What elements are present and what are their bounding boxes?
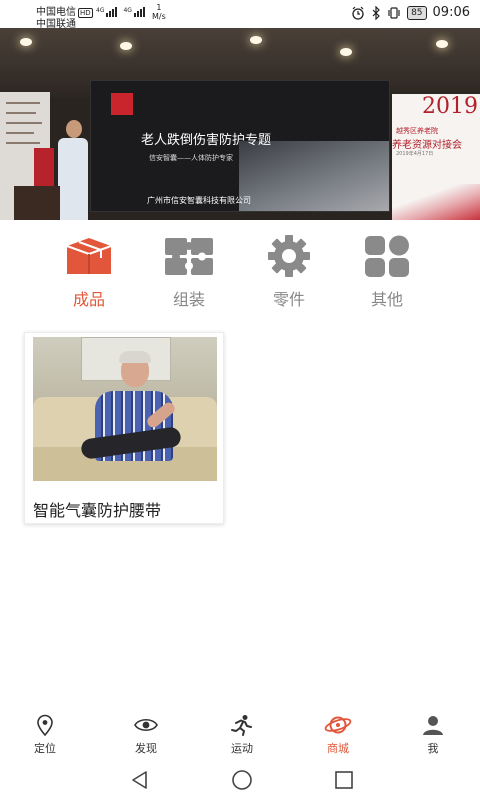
nav-discover[interactable]: 发现 (111, 706, 181, 758)
poster-year: 2019 (422, 94, 478, 119)
network-type-1: 4G (96, 7, 105, 14)
ceiling-lamp (120, 42, 132, 50)
nav-label: 定位 (34, 742, 56, 755)
category-label: 组装 (172, 290, 205, 309)
signal-strength-icon-1: 4G (96, 7, 118, 17)
location-pin-icon (37, 714, 53, 736)
person-icon (423, 716, 443, 735)
recents-icon[interactable] (332, 768, 356, 792)
image-person-hair (119, 351, 151, 363)
banner-subtitle: 信安智囊——人体防护专家 (149, 154, 233, 162)
banner-red-poster (34, 148, 54, 188)
hd-badge: HD (78, 8, 93, 18)
poster-line-2: 养老资源对接会 (392, 140, 462, 151)
back-icon[interactable] (128, 768, 152, 792)
nav-sport[interactable]: 运动 (207, 706, 277, 758)
category-other[interactable]: 其他 (342, 228, 432, 310)
battery-icon: 85 (407, 5, 427, 20)
poster-wave (392, 184, 480, 220)
poster-line-3: 2019年4月17日 (396, 151, 434, 157)
category-assembly[interactable]: 组装 (144, 228, 234, 310)
ceiling-lamp (340, 48, 352, 56)
system-navigation-bar (0, 758, 480, 800)
bluetooth-icon (372, 5, 380, 20)
status-bar: 中国电信 HD 中国联通 4G 4G 1 M/s 85 09:06 (0, 0, 480, 30)
speaker-head (66, 120, 82, 138)
eye-icon (134, 718, 158, 732)
nav-location[interactable]: 定位 (10, 706, 80, 758)
puzzle-icon (165, 238, 213, 275)
network-speed: 1 M/s (152, 3, 166, 21)
bottom-navigation: 定位 发现 运动 商城 我 (0, 706, 480, 758)
nav-label: 我 (427, 742, 439, 755)
nav-label: 运动 (231, 742, 253, 755)
ceiling-lamp (436, 40, 448, 48)
clock: 09:06 (432, 5, 470, 20)
network-speed-value: 1 (156, 3, 162, 12)
nav-label: 发现 (135, 742, 157, 755)
product-name: 智能气囊防护腰带 (33, 501, 162, 520)
banner-right-poster: 2019 越秀区养老院 养老资源对接会 2019年4月17日 (392, 94, 480, 220)
product-card[interactable]: 智能气囊防护腰带 (24, 332, 224, 524)
nav-me[interactable]: 我 (398, 706, 468, 758)
poster-line-1: 越秀区养老院 (396, 127, 438, 135)
category-label: 成品 (72, 290, 105, 309)
podium (14, 186, 60, 220)
speaker-figure (58, 138, 88, 220)
network-speed-unit: M/s (152, 12, 166, 21)
product-image (33, 337, 217, 481)
category-finished-products[interactable]: 成品 (44, 228, 134, 310)
category-parts[interactable]: 零件 (244, 228, 334, 310)
signal-strength-icon-2: 4G (123, 7, 145, 17)
category-label: 零件 (272, 290, 305, 309)
ceiling-lamp (20, 38, 32, 46)
banner-title: 老人跌倒伤害防护专题 (141, 133, 272, 148)
battery-level: 85 (411, 7, 423, 18)
nav-mall[interactable]: 商城 (303, 706, 373, 758)
promo-banner[interactable]: 老人跌倒伤害防护专题 信安智囊——人体防护专家 广州市信安智囊科技有限公司 20… (0, 28, 480, 220)
vibrate-icon (388, 6, 400, 19)
nav-label: 商城 (327, 742, 349, 755)
banner-company: 广州市信安智囊科技有限公司 (147, 196, 251, 205)
home-icon[interactable] (230, 768, 254, 792)
category-tabs: 成品 组装 零件 其他 (0, 228, 480, 310)
company-logo-icon (111, 93, 133, 115)
running-icon (231, 715, 252, 736)
gear-icon (268, 235, 310, 277)
ceiling-lamp (250, 36, 262, 44)
status-right-group: 85 09:06 (351, 5, 470, 20)
planet-icon (324, 716, 352, 734)
alarm-icon (352, 6, 364, 20)
category-label: 其他 (370, 290, 403, 309)
box-icon (66, 238, 112, 274)
network-type-2: 4G (123, 7, 132, 14)
signal-indicators: 4G 4G (96, 7, 145, 17)
presentation-screen: 老人跌倒伤害防护专题 信安智囊——人体防护专家 广州市信安智囊科技有限公司 (90, 80, 390, 212)
screen-skyline (239, 141, 389, 211)
grid-icon (365, 235, 409, 277)
